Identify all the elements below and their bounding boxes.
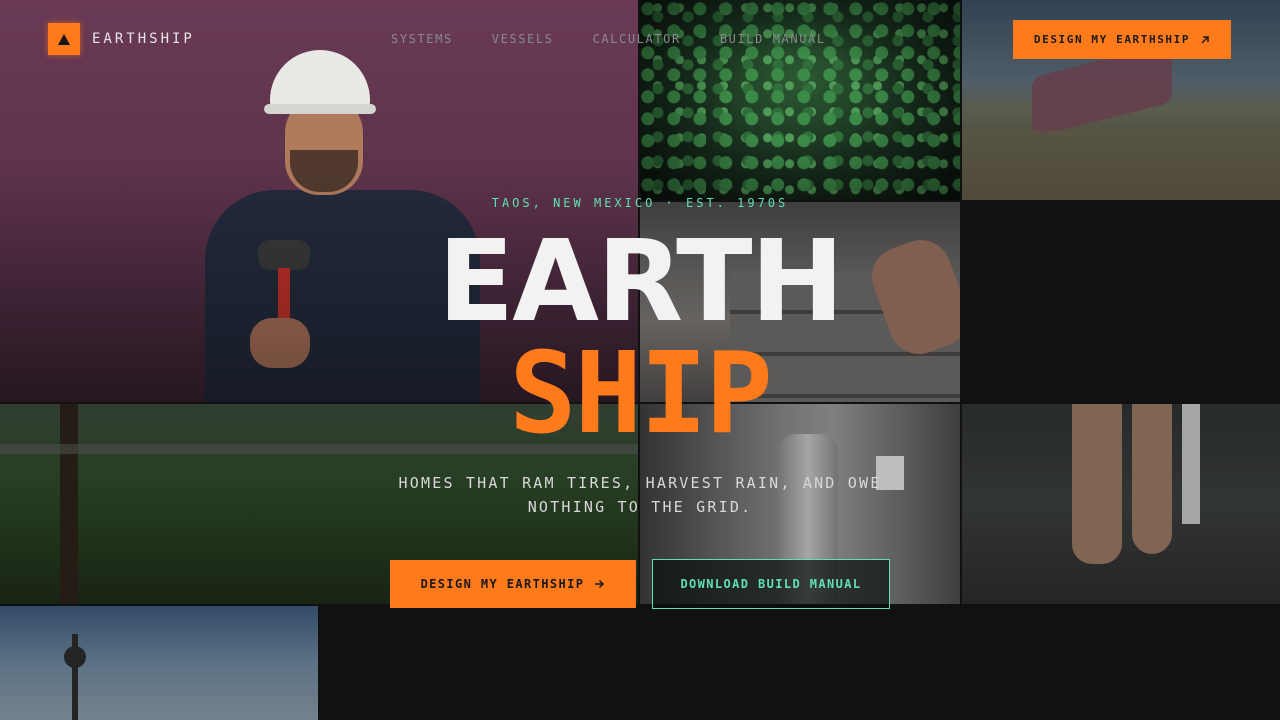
nav-link-vessels[interactable]: VESSELS [492, 32, 554, 46]
logo-mark [48, 23, 80, 55]
hero-eyebrow: TAOS, NEW MEXICO · EST. 1970S [491, 196, 789, 210]
hero-title-line1: EARTH [437, 217, 845, 347]
arrow-up-right-icon [1201, 35, 1209, 44]
brand-logo[interactable]: EARTHSHIP [48, 23, 195, 55]
primary-button-label: DESIGN MY EARTHSHIP [420, 577, 585, 591]
top-nav: EARTHSHIP SYSTEMS VESSELS CALCULATOR BUI… [0, 0, 1280, 78]
brand-name: EARTHSHIP [92, 31, 195, 47]
nav-link-calculator[interactable]: CALCULATOR [593, 32, 681, 46]
nav-link-build-manual[interactable]: BUILD MANUAL [720, 32, 826, 46]
nav-links: SYSTEMS VESSELS CALCULATOR BUILD MANUAL [391, 32, 826, 46]
arrow-right-icon [595, 579, 605, 589]
nav-cta-label: DESIGN MY EARTHSHIP [1033, 33, 1191, 46]
download-build-manual-button[interactable]: DOWNLOAD BUILD MANUAL [652, 559, 890, 609]
secondary-button-label: DOWNLOAD BUILD MANUAL [680, 577, 862, 591]
design-my-earthship-button[interactable]: DESIGN MY EARTHSHIP [390, 560, 636, 608]
hero-tagline: HOMES THAT RAM TIRES, HARVEST RAIN, AND … [398, 474, 882, 516]
design-my-earthship-nav-button[interactable]: DESIGN MY EARTHSHIP [1013, 20, 1231, 59]
hero-title-line2: SHIP [509, 329, 773, 459]
triangle-icon [58, 33, 70, 45]
nav-link-systems[interactable]: SYSTEMS [391, 32, 453, 46]
hero-section: TAOS, NEW MEXICO · EST. 1970S EARTH SHIP… [0, 0, 1280, 720]
